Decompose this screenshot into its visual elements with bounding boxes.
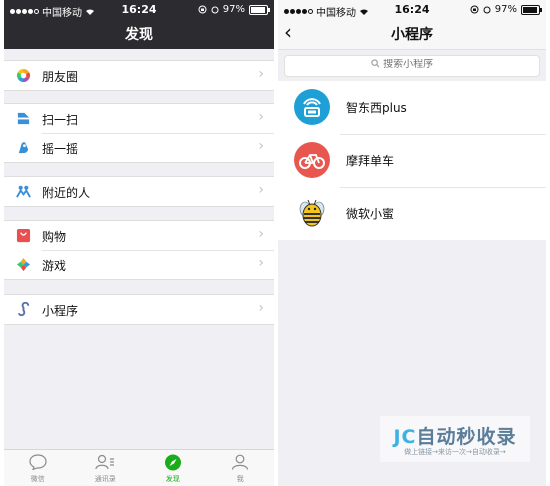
chat-bubble-icon (29, 454, 47, 474)
compass-icon (164, 454, 181, 475)
watermark: JC自动秒收录 做上链接→来访一次→自动收录→ (380, 416, 530, 462)
alarm-icon (211, 6, 219, 13)
menu-group-nearby: 附近的人 › (4, 176, 274, 207)
discover-screen: 中国移动 16:24 97% 发现 朋友圈 › 扫一扫 › 摇一摇 › 附近的人… (4, 0, 274, 486)
watermark-text: 自动秒收录 (416, 426, 517, 448)
mini-program-name: 智东西plus (346, 101, 407, 115)
mini-program-icon (16, 302, 31, 317)
mini-programs-screen: 中国移动 16:24 97% ‹ 小程序 搜索小程序 智东西plus 摩拜单车 … (278, 0, 546, 486)
shake-icon (16, 140, 31, 155)
mini-program-list: 智东西plus 摩拜单车 微软小蜜 (278, 81, 546, 240)
chevron-right-icon: › (258, 300, 264, 316)
tab-contacts[interactable]: 通讯录 (72, 450, 140, 486)
bike-logo-icon (294, 142, 330, 178)
watermark-subtext: 做上链接→来访一次→自动收录→ (404, 448, 506, 456)
search-bar[interactable] (284, 55, 540, 77)
menu-group-mini-program: 小程序 › (4, 294, 274, 325)
tab-me[interactable]: 我 (207, 450, 275, 486)
battery-icon (521, 4, 542, 15)
mini-program-name: 摩拜单车 (346, 154, 395, 168)
menu-item-shake[interactable]: 摇一摇 › (4, 133, 274, 162)
search-input[interactable] (383, 59, 454, 70)
list-item-mobike[interactable]: 摩拜单车 (278, 134, 546, 187)
tab-bar: 微信 通讯录 发现 我 (4, 449, 274, 486)
chevron-right-icon: › (258, 226, 264, 242)
moments-icon (16, 68, 31, 83)
menu-item-label: 扫一扫 (42, 113, 79, 127)
chevron-right-icon: › (258, 182, 264, 198)
tab-chats[interactable]: 微信 (4, 450, 72, 486)
menu-item-shopping[interactable]: 购物 › (4, 221, 274, 250)
bee-logo-icon (294, 195, 330, 231)
mini-programs-header: 中国移动 16:24 97% ‹ 小程序 (278, 0, 546, 50)
list-item-zhidongxi[interactable]: 智东西plus (278, 81, 546, 134)
menu-item-label: 购物 (42, 230, 67, 244)
page-title: 小程序 (391, 27, 433, 43)
status-bar: 中国移动 16:24 97% (278, 0, 546, 20)
menu-item-people-nearby[interactable]: 附近的人 › (4, 177, 274, 206)
menu-item-label: 小程序 (42, 304, 79, 318)
scan-icon (16, 111, 31, 126)
search-icon (371, 59, 380, 68)
mini-program-name: 微软小蜜 (346, 207, 395, 221)
battery-percent: 97% (222, 4, 245, 15)
watermark-brand: JC (393, 426, 417, 448)
menu-group-scan-shake: 扫一扫 › 摇一摇 › (4, 103, 274, 163)
rotation-lock-icon (470, 5, 479, 14)
list-item-ms-xiaomi[interactable]: 微软小蜜 (278, 187, 546, 240)
games-icon (16, 257, 31, 272)
chevron-right-icon: › (258, 255, 264, 271)
battery-icon (249, 4, 270, 15)
menu-item-label: 摇一摇 (42, 142, 79, 156)
alarm-icon (483, 6, 491, 13)
chevron-right-icon: › (258, 66, 264, 82)
chevron-right-icon: › (258, 109, 264, 125)
tab-label: 通讯录 (94, 475, 116, 483)
rotation-lock-icon (198, 5, 207, 14)
status-bar: 中国移动 16:24 97% (4, 0, 274, 20)
tab-label: 发现 (165, 475, 180, 483)
menu-item-label: 朋友圈 (42, 70, 79, 84)
menu-group-moments: 朋友圈 › (4, 60, 274, 91)
contacts-icon (95, 454, 115, 474)
menu-item-label: 附近的人 (42, 186, 91, 200)
menu-item-moments[interactable]: 朋友圈 › (4, 61, 274, 90)
page-title: 发现 (125, 27, 153, 43)
people-nearby-icon (16, 184, 31, 199)
tab-label: 我 (236, 475, 244, 483)
tab-label: 微信 (30, 475, 45, 483)
menu-item-scan[interactable]: 扫一扫 › (4, 104, 274, 133)
menu-item-mini-program[interactable]: 小程序 › (4, 295, 274, 324)
discover-header: 中国移动 16:24 97% 发现 (4, 0, 274, 49)
tab-discover[interactable]: 发现 (139, 450, 207, 486)
chevron-right-icon: › (258, 138, 264, 154)
menu-item-games[interactable]: 游戏 › (4, 250, 274, 279)
shopping-icon (16, 228, 31, 243)
battery-percent: 97% (494, 4, 517, 15)
person-icon (232, 454, 249, 474)
menu-item-label: 游戏 (42, 259, 67, 273)
menu-group-shop-games: 购物 › 游戏 › (4, 220, 274, 280)
zhidongxi-logo-icon (294, 89, 330, 125)
